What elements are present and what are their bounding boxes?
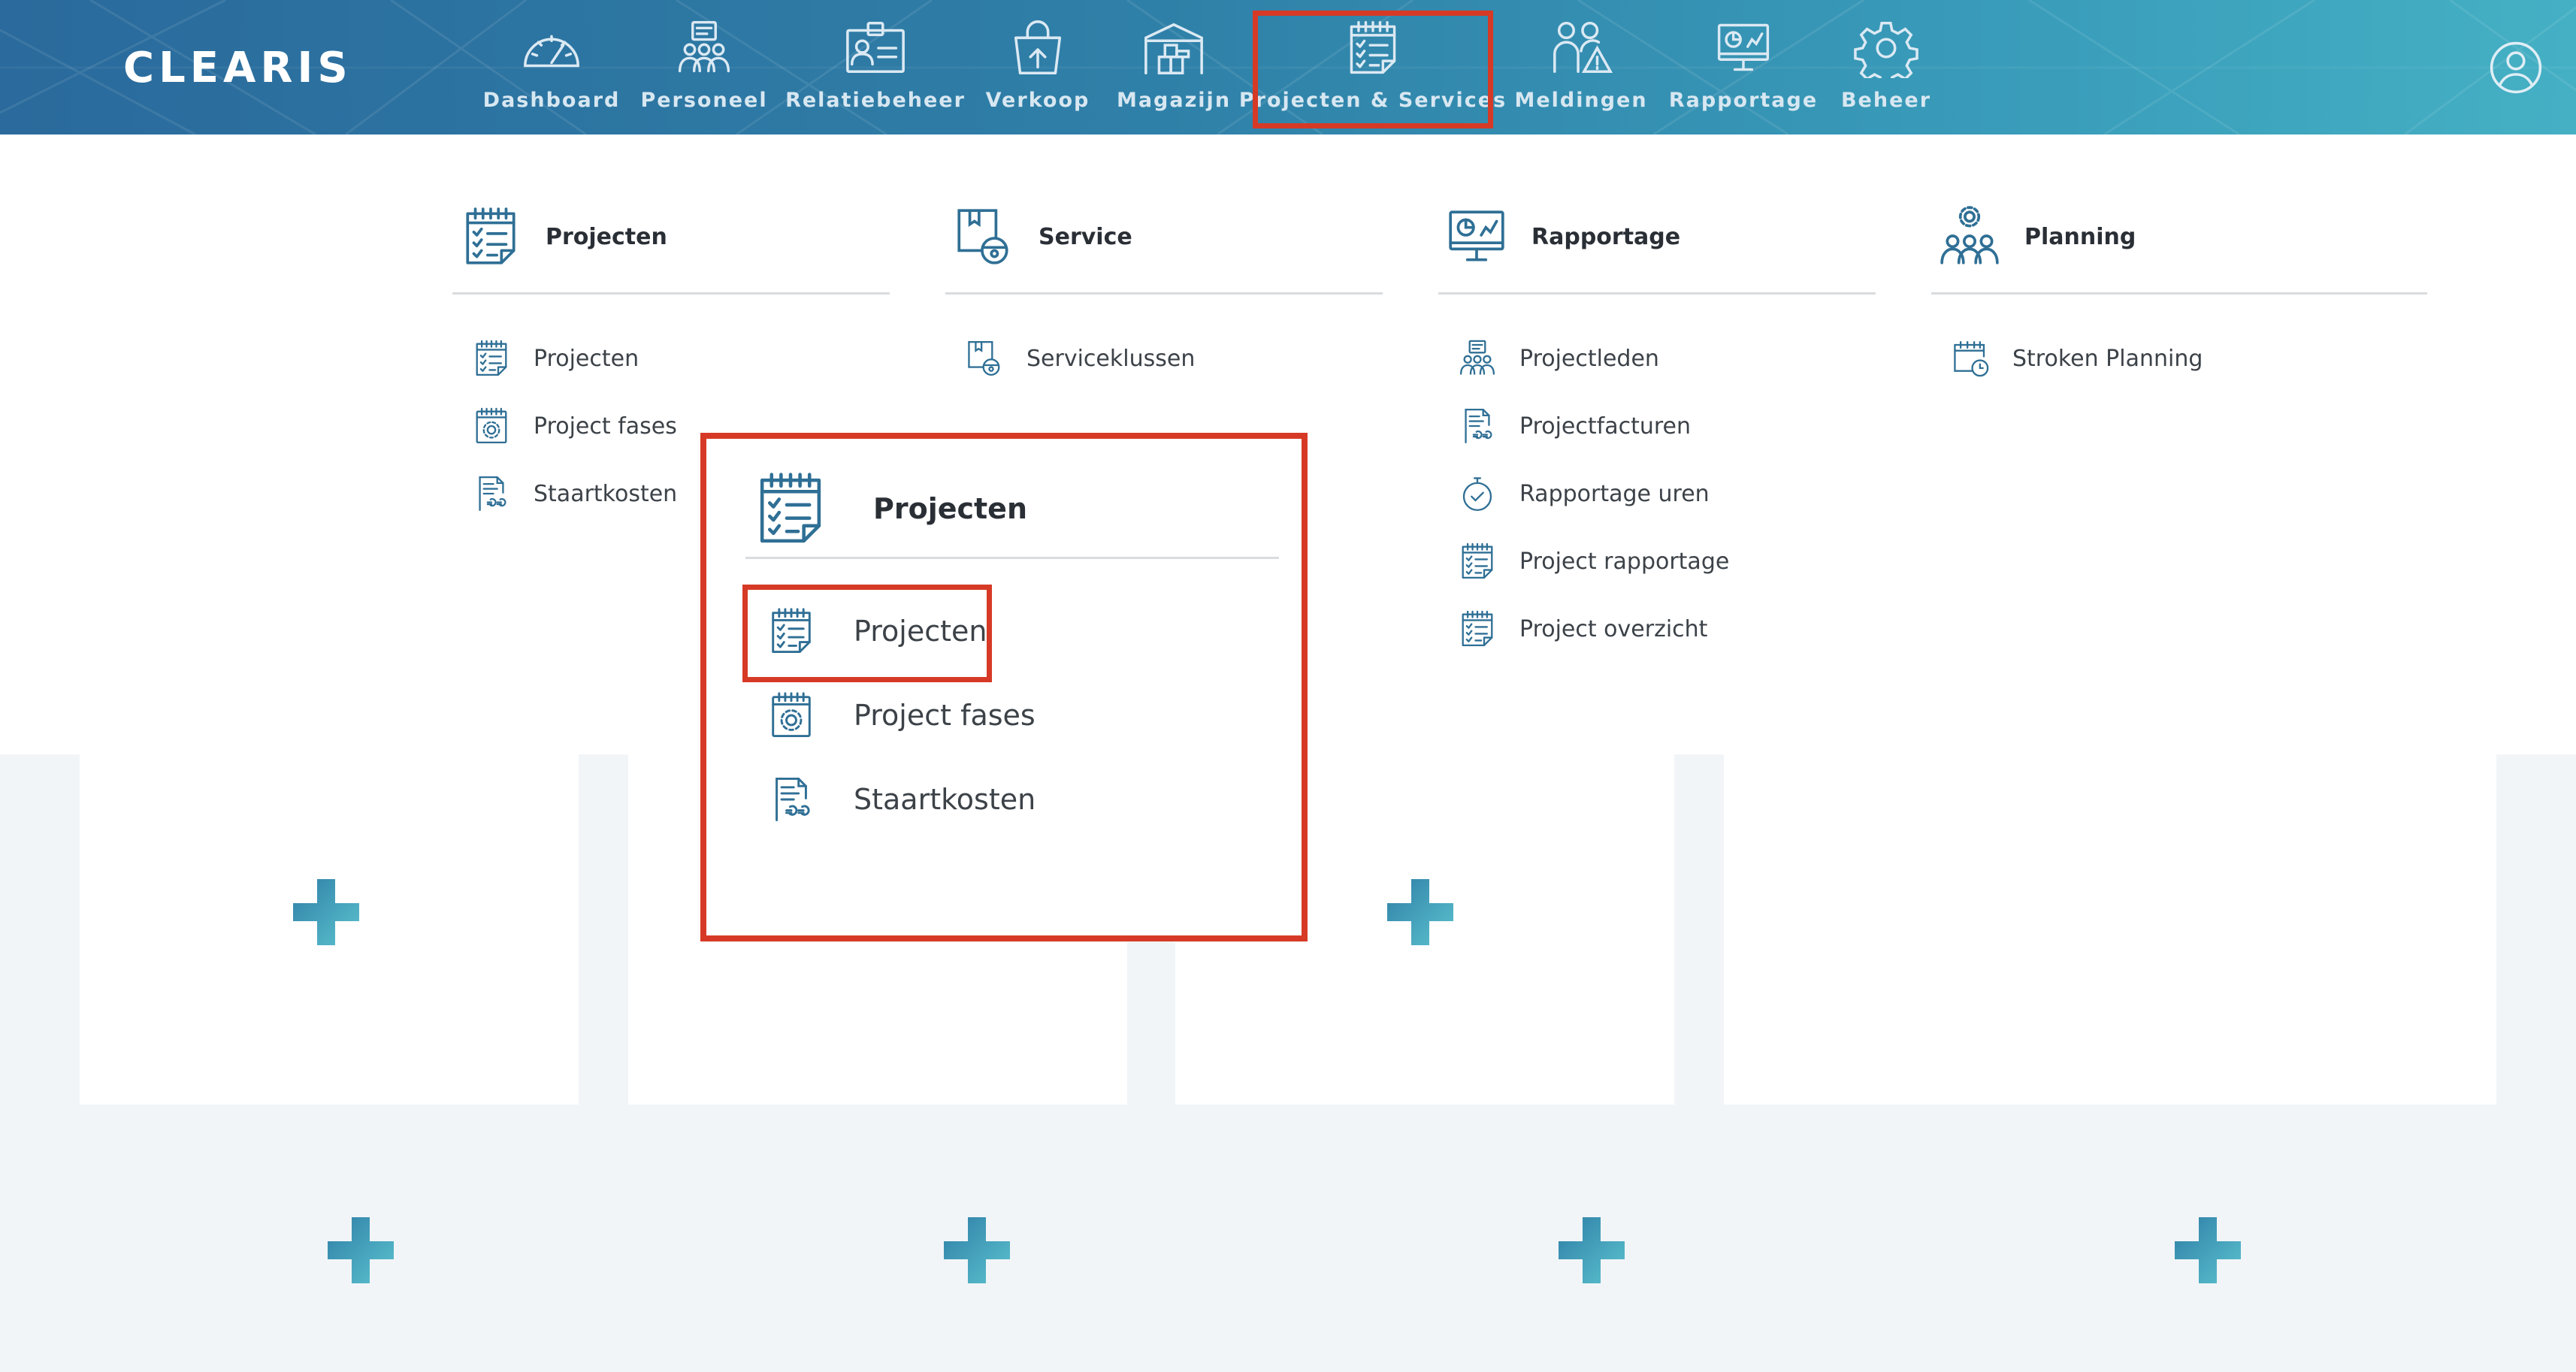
menu-link-projecten[interactable]: Projecten [452,325,890,392]
menu-link-project-overzicht[interactable]: Project overzicht [1438,595,1876,663]
nav-label: Relatiebeheer [785,89,966,112]
add-widget-plus-icon[interactable] [941,1214,1013,1286]
add-widget-plus-icon[interactable] [290,876,362,948]
warehouse-icon [1141,18,1206,78]
divider [745,557,1279,559]
top-navigation-bar: CLEARIS Dashboard Personeel Relatiebehee… [0,0,2576,134]
app-logo[interactable]: CLEARIS [123,44,352,92]
divider [452,292,890,295]
menu-link-projectleden[interactable]: Projectleden [1438,325,1876,392]
menu-link-label: Serviceklussen [1026,345,1196,372]
menu-link-label: Projectleden [1519,345,1659,372]
nav-verkoop[interactable]: Verkoop [984,18,1091,117]
add-widget-plus-icon[interactable] [1556,1214,1628,1286]
gear-icon [1854,18,1918,78]
menu-column-header: Planning [1931,201,2427,273]
checklist-icon [460,204,522,269]
add-widget-plus-icon[interactable] [1384,876,1456,948]
menu-column-title: Service [1039,223,1132,250]
service-icon [953,204,1014,269]
stopwatch-icon [1458,473,1497,514]
menu-column-rapportage: Rapportage Projectleden Projectfacturen … [1438,201,1876,663]
dashboard-tile [1724,754,2496,1105]
calendar-gear-icon [766,690,816,741]
zoomed-callout-projecten: Projecten Projecten Project fases Staart… [700,433,1308,941]
menu-link-label: Project fases [534,413,677,440]
nav-meldingen[interactable]: Meldingen [1514,18,1646,117]
nav-beheer[interactable]: Beheer [1841,18,1931,117]
nav-label: Magazijn [1116,89,1232,112]
nav-label: Dashboard [482,89,621,112]
add-widget-plus-icon[interactable] [325,1214,397,1286]
add-widget-plus-icon[interactable] [2172,1214,2244,1286]
contact-card-icon [843,18,908,78]
menu-column-header: Service [945,201,1383,273]
checklist-icon [472,338,511,379]
menu-link-stroken-planning[interactable]: Stroken Planning [1931,325,2427,392]
invoice-euro-icon [766,774,816,825]
nav-label: Meldingen [1514,89,1648,112]
invoice-euro-icon [472,473,511,514]
monitor-chart-icon [1446,204,1507,269]
callout-title: Projecten [873,492,1028,525]
menu-column-title: Rapportage [1531,223,1681,250]
callout-link-label: Project fases [854,699,1036,732]
divider [945,292,1383,295]
divider [1438,292,1876,295]
team-gear-icon [1939,204,2000,269]
speedometer-icon [519,18,584,78]
menu-link-project-rapportage[interactable]: Project rapportage [1438,527,1876,595]
menu-link-label: Stroken Planning [2012,345,2203,372]
selected-item-highlight-box [742,585,992,682]
nav-rapportage[interactable]: Rapportage [1669,18,1816,117]
nav-relatiebeheer[interactable]: Relatiebeheer [785,18,964,117]
nav-label: Personeel [640,89,768,112]
monitor-chart-icon [1711,18,1776,78]
shopping-bag-icon [1005,18,1070,78]
nav-magazijn[interactable]: Magazijn [1116,18,1232,117]
callout-link-staartkosten[interactable]: Staartkosten [766,774,1036,825]
nav-dashboard[interactable]: Dashboard [483,18,618,117]
calendar-gear-icon [472,406,511,446]
menu-link-label: Rapportage uren [1519,480,1710,507]
menu-column-service: Service Serviceklussen [945,201,1383,392]
menu-link-projectfacturen[interactable]: Projectfacturen [1438,392,1876,460]
nav-personeel[interactable]: Personeel [640,18,766,117]
nav-label: Verkoop [985,89,1090,112]
people-icon [672,18,736,78]
invoice-euro-icon [1458,406,1497,446]
menu-column-header: Rapportage [1438,201,1876,273]
checklist-icon [1458,609,1497,649]
menu-link-label: Projectfacturen [1519,413,1692,440]
menu-column-title: Projecten [546,223,667,250]
callout-link-label: Staartkosten [854,783,1036,816]
checklist-icon [751,469,830,548]
menu-link-rapportage-uren[interactable]: Rapportage uren [1438,460,1876,527]
calendar-clock-icon [1951,338,1990,379]
menu-link-label: Projecten [534,345,639,372]
menu-column-planning: Planning Stroken Planning [1931,201,2427,392]
alert-people-icon [1549,18,1613,78]
menu-link-label: Project rapportage [1519,548,1730,575]
callout-link-project-fases[interactable]: Project fases [766,690,1036,741]
people-icon [1458,338,1497,379]
menu-link-label: Project overzicht [1519,615,1708,642]
menu-column-title: Planning [2024,223,2136,250]
nav-label: Rapportage [1668,89,1819,112]
menu-column-header: Projecten [452,201,890,273]
menu-link-serviceklussen[interactable]: Serviceklussen [945,325,1383,392]
active-nav-highlight-box [1253,11,1493,128]
user-icon[interactable] [2489,41,2543,95]
divider [1931,292,2427,295]
menu-link-label: Staartkosten [534,480,678,507]
service-icon [965,338,1004,379]
checklist-icon [1458,541,1497,582]
callout-header: Projecten [751,469,1027,548]
nav-label: Beheer [1840,89,1932,112]
